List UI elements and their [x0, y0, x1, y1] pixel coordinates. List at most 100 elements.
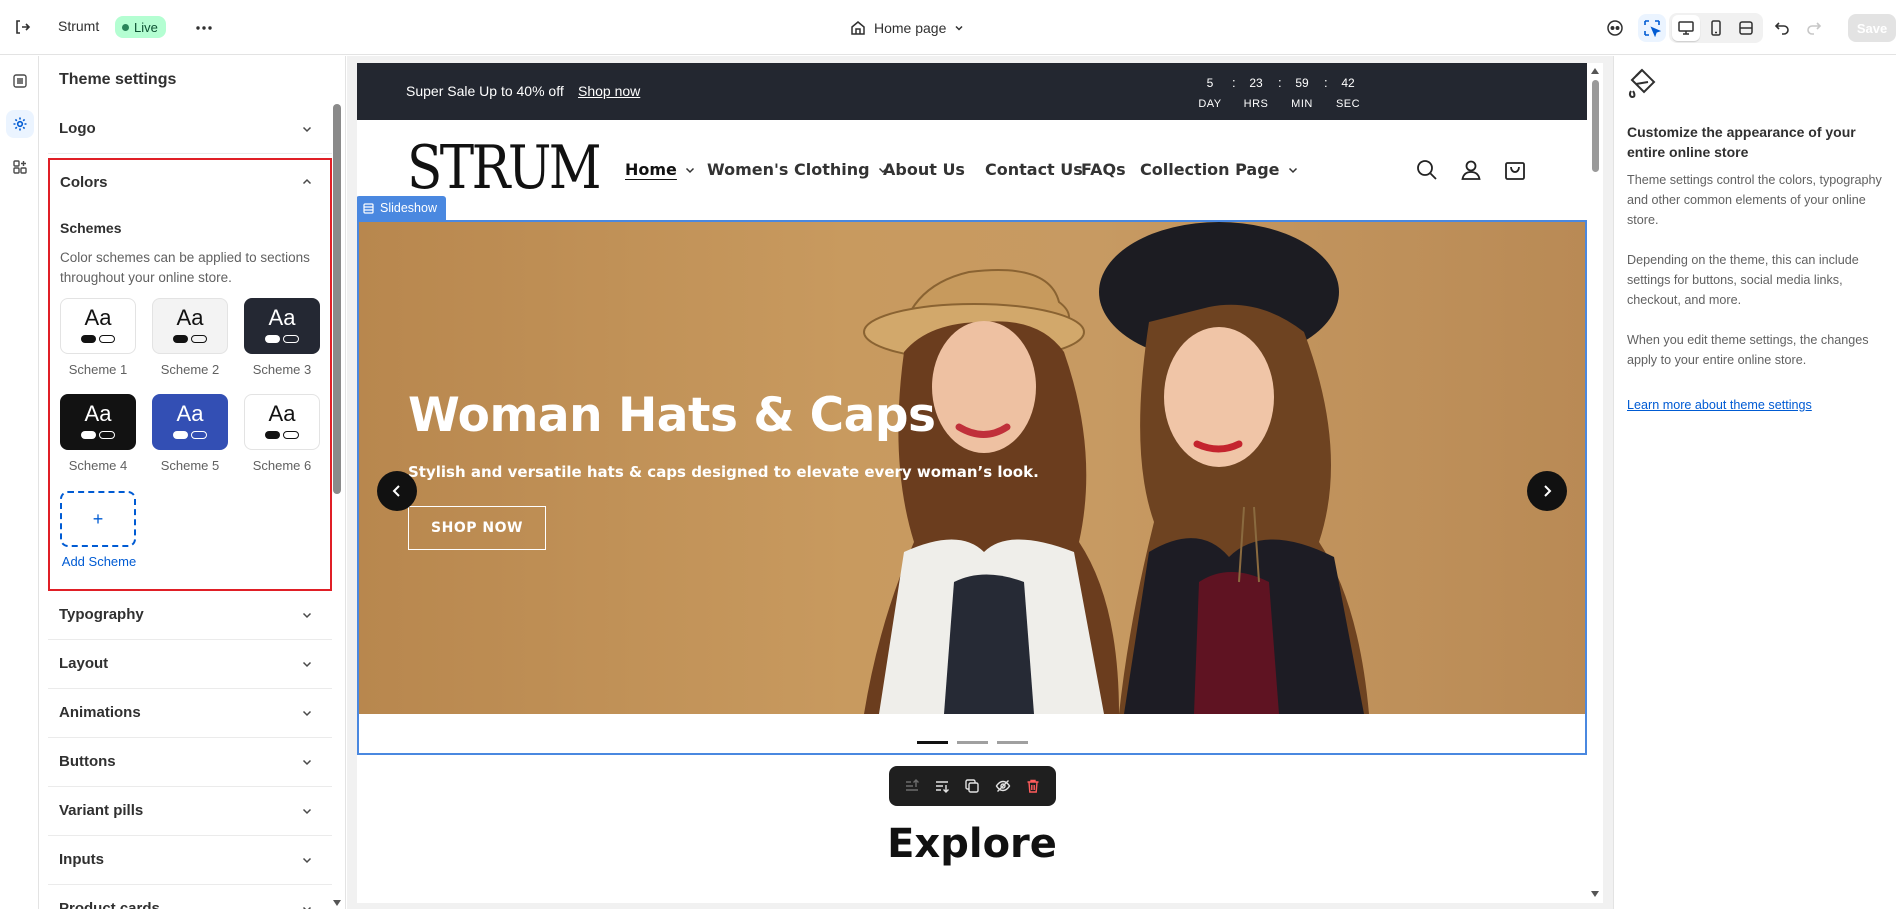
- chevron-down-icon: [302, 857, 312, 864]
- schemes-heading: Schemes: [60, 220, 122, 236]
- panel-scrollbar[interactable]: [333, 104, 341, 494]
- scroll-down-icon[interactable]: [332, 898, 342, 908]
- countdown-value: 5: [1206, 76, 1214, 90]
- theme-settings-panel: Theme settings Logo Colors Schemes Color…: [40, 56, 346, 909]
- accordion-logo[interactable]: Logo: [48, 105, 332, 154]
- accordion-inputs[interactable]: Inputs: [48, 836, 332, 885]
- desktop-view-icon[interactable]: [1672, 15, 1700, 41]
- accordion-label: Logo: [59, 120, 96, 137]
- color-scheme-swatch[interactable]: Aa: [244, 394, 320, 450]
- section-tag-label: Slideshow: [380, 201, 437, 215]
- scheme-name: Scheme 6: [252, 458, 312, 473]
- accordion-typography[interactable]: Typography: [48, 591, 332, 640]
- search-icon[interactable]: [1414, 157, 1440, 183]
- hero-subtitle: Stylish and versatile hats & caps design…: [408, 463, 1039, 481]
- hide-icon[interactable]: [990, 773, 1016, 799]
- slide-dot[interactable]: [997, 741, 1028, 744]
- ai-assistant-icon[interactable]: [1601, 14, 1629, 42]
- save-button[interactable]: Save: [1848, 14, 1896, 42]
- sections-icon[interactable]: [6, 67, 34, 95]
- slide-next-button[interactable]: [1527, 471, 1567, 511]
- account-icon[interactable]: [1458, 157, 1484, 183]
- hero-banner-image: Woman Hats & Caps Stylish and versatile …: [359, 222, 1585, 714]
- slide-prev-button[interactable]: [377, 471, 417, 511]
- accordion-layout[interactable]: Layout: [48, 640, 332, 689]
- explore-heading: Explore: [887, 821, 1057, 867]
- scheme-primary-pill: [173, 431, 188, 439]
- move-down-icon[interactable]: [929, 773, 955, 799]
- editor-topbar: Strumt Live Home page Save: [0, 0, 1896, 55]
- countdown-label: SEC: [1335, 98, 1361, 110]
- slide-dot[interactable]: [957, 741, 988, 744]
- undo-icon[interactable]: [1768, 14, 1796, 42]
- countdown-value: 23: [1249, 76, 1263, 90]
- hero-title: Woman Hats & Caps: [408, 388, 936, 443]
- color-scheme-swatch[interactable]: Aa: [60, 394, 136, 450]
- accordion-animations[interactable]: Animations: [48, 689, 332, 738]
- fullscreen-view-icon[interactable]: [1732, 15, 1760, 41]
- nav-item-contact-us[interactable]: Contact Us: [985, 160, 1083, 179]
- slideshow-section[interactable]: Woman Hats & Caps Stylish and versatile …: [357, 196, 1587, 755]
- live-badge: Live: [115, 16, 166, 38]
- scheme-name: Scheme 1: [68, 362, 128, 377]
- color-scheme-swatch[interactable]: Aa: [60, 298, 136, 354]
- scheme-name: Scheme 3: [252, 362, 312, 377]
- nav-item-faqs[interactable]: FAQs: [1081, 160, 1126, 179]
- accordion-variant-pills[interactable]: Variant pills: [48, 787, 332, 836]
- scheme-button-preview: [173, 335, 207, 343]
- learn-more-link[interactable]: Learn more about theme settings: [1627, 398, 1812, 412]
- more-actions-icon[interactable]: [192, 16, 216, 40]
- info-paragraph: When you edit theme settings, the change…: [1627, 333, 1869, 367]
- scheme-sample: Aa: [176, 305, 204, 330]
- theme-settings-gear-icon[interactable]: [6, 110, 34, 138]
- chevron-down-icon: [302, 661, 312, 668]
- scroll-up-icon[interactable]: [1590, 66, 1600, 76]
- info-paragraph: Depending on the theme, this can include…: [1627, 253, 1859, 307]
- accordion-label: Animations: [59, 704, 141, 721]
- scheme-primary-pill: [265, 431, 280, 439]
- nav-item-women-s-clothing[interactable]: Women's Clothing: [707, 160, 889, 179]
- color-scheme-swatch[interactable]: Aa: [244, 298, 320, 354]
- app-embeds-icon[interactable]: [6, 153, 34, 181]
- color-scheme-swatch[interactable]: Aa: [152, 394, 228, 450]
- mobile-view-icon[interactable]: [1702, 15, 1730, 41]
- paint-bucket-icon: [1628, 68, 1656, 99]
- nav-item-collection-page[interactable]: Collection Page: [1140, 160, 1299, 179]
- nav-item-home[interactable]: Home: [625, 160, 696, 179]
- hero-shop-now-button[interactable]: SHOP NOW: [408, 506, 546, 550]
- inspector-select-icon[interactable]: [1638, 14, 1666, 42]
- slide-dot[interactable]: [917, 741, 948, 744]
- scheme-sample: Aa: [268, 401, 296, 426]
- accordion-buttons[interactable]: Buttons: [48, 738, 332, 787]
- duplicate-icon[interactable]: [959, 773, 985, 799]
- move-up-icon[interactable]: [899, 773, 925, 799]
- accordion-label: Inputs: [59, 851, 104, 868]
- scroll-down-icon[interactable]: [1590, 889, 1600, 899]
- store-logo[interactable]: STRUM: [407, 138, 602, 198]
- accordion-label: Layout: [59, 655, 109, 672]
- page-selector[interactable]: Home page: [850, 16, 964, 40]
- section-tag[interactable]: Slideshow: [357, 196, 446, 220]
- scheme-primary-pill: [173, 335, 188, 343]
- add-scheme-label[interactable]: Add Scheme: [54, 554, 144, 569]
- color-scheme-swatch[interactable]: Aa: [152, 298, 228, 354]
- redo-icon[interactable]: [1800, 14, 1828, 42]
- accordion-label[interactable]: Colors: [60, 174, 108, 191]
- scheme-sample: Aa: [176, 401, 204, 426]
- add-scheme-button[interactable]: +: [60, 491, 136, 547]
- nav-item-about-us[interactable]: About Us: [883, 160, 965, 179]
- announcement-link[interactable]: Shop now: [578, 83, 640, 99]
- live-dot-icon: [122, 23, 129, 31]
- accordion-product-cards[interactable]: Product cards: [48, 885, 332, 909]
- preview-scrollbar-thumb[interactable]: [1592, 80, 1599, 172]
- accordion-label: Typography: [59, 606, 144, 623]
- exit-icon[interactable]: [10, 15, 34, 39]
- countdown-value: 42: [1341, 76, 1355, 90]
- cart-icon[interactable]: [1502, 157, 1528, 183]
- slide-pagination: [917, 741, 1028, 744]
- chevron-down-icon: [302, 808, 312, 815]
- scheme-secondary-pill: [283, 431, 299, 439]
- delete-icon[interactable]: [1020, 773, 1046, 799]
- chevron-up-icon[interactable]: [300, 175, 314, 189]
- nav-item-label: Collection Page: [1140, 160, 1280, 179]
